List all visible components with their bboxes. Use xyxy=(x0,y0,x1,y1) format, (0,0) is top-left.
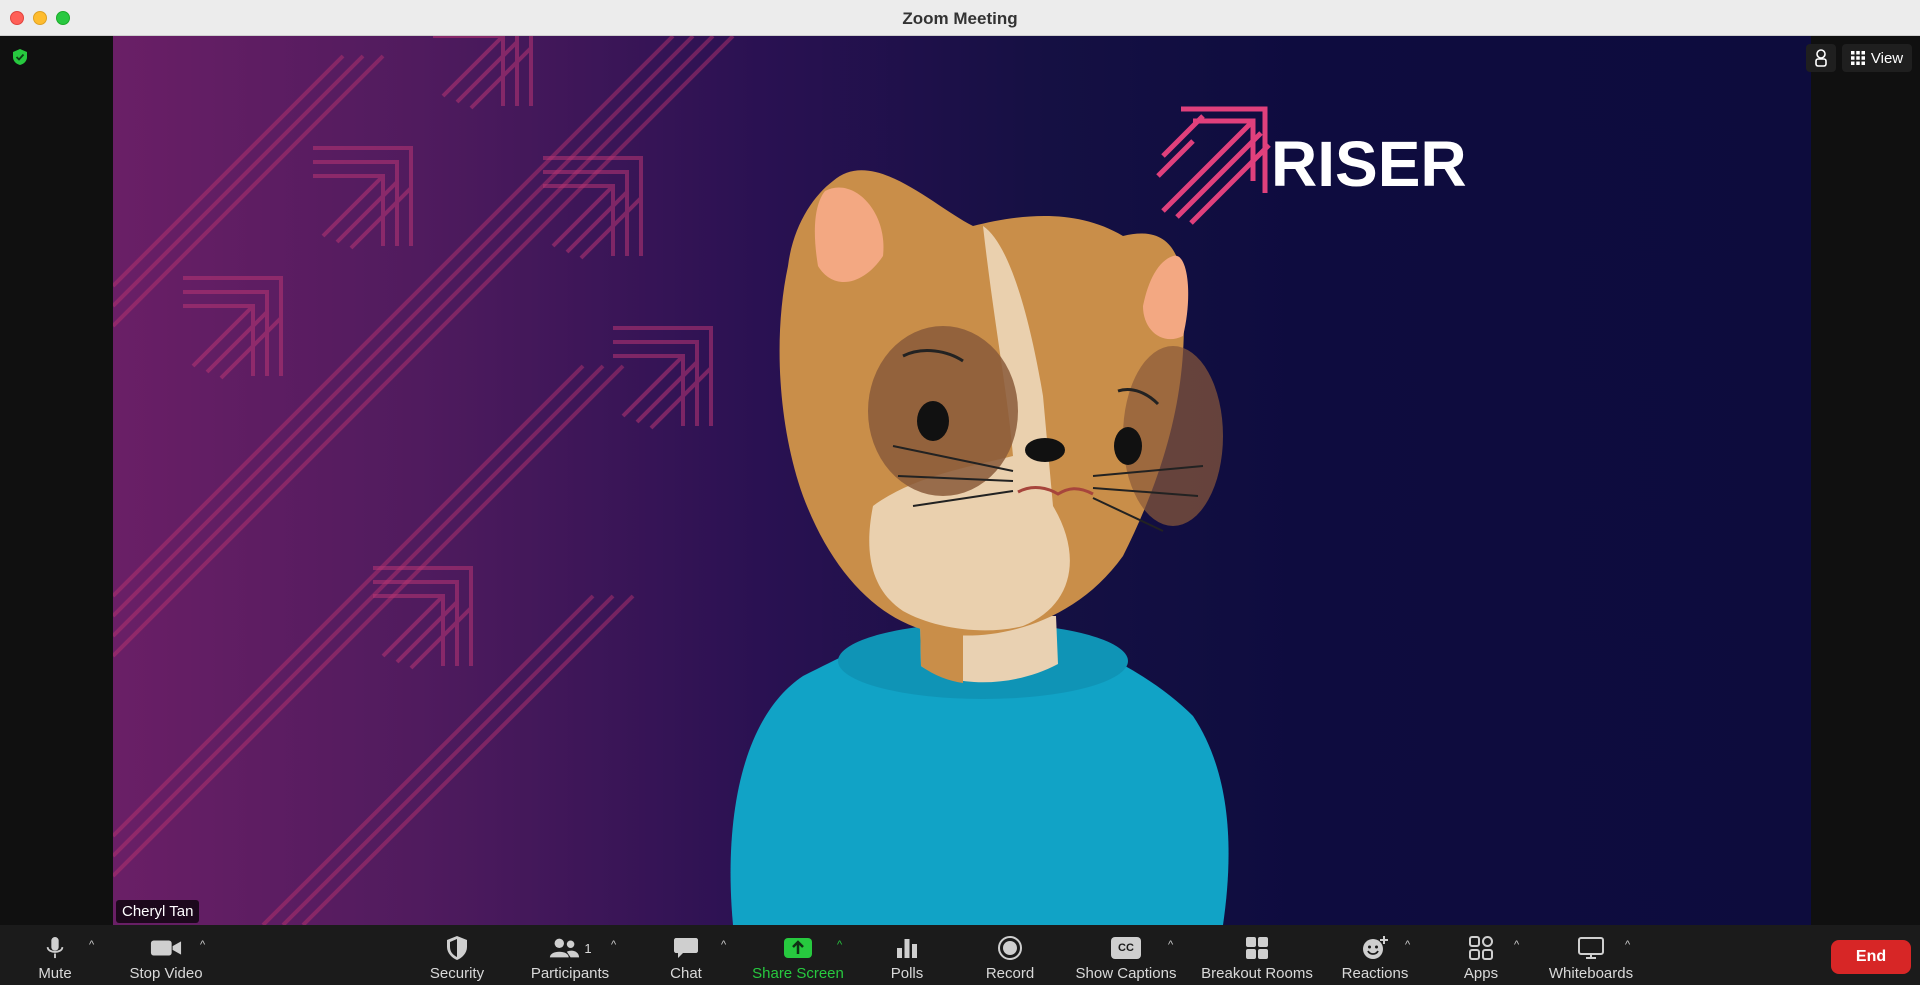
reactions-icon xyxy=(1359,933,1391,963)
virtual-background: RISER xyxy=(113,36,1467,925)
apps-label: Apps xyxy=(1463,965,1499,982)
chat-bubble-icon xyxy=(670,933,702,963)
apps-icon xyxy=(1465,933,1497,963)
record-label: Record xyxy=(985,965,1035,982)
whiteboards-label: Whiteboards xyxy=(1548,965,1634,982)
end-meeting-button[interactable]: End xyxy=(1831,940,1911,974)
recording-indicator-button[interactable] xyxy=(1806,44,1836,72)
brand-text: RISER xyxy=(1271,128,1467,200)
captions-options-caret[interactable]: ^ xyxy=(1168,939,1173,951)
reactions-options-caret[interactable]: ^ xyxy=(1405,939,1410,951)
chat-label: Chat xyxy=(670,965,702,982)
polls-icon xyxy=(891,933,923,963)
riser-logo xyxy=(1156,106,1271,225)
show-captions-button[interactable]: CC Show Captions xyxy=(1070,925,1182,985)
show-captions-label: Show Captions xyxy=(1075,965,1177,982)
share-screen-button[interactable]: Share Screen xyxy=(750,925,846,985)
chat-button[interactable]: Chat xyxy=(663,925,709,985)
video-options-caret[interactable]: ^ xyxy=(200,939,205,951)
security-button[interactable]: Security xyxy=(422,925,492,985)
title-bar: Zoom Meeting xyxy=(0,0,1920,36)
cc-badge: CC xyxy=(1111,937,1141,959)
whiteboards-options-caret[interactable]: ^ xyxy=(1625,939,1630,951)
mute-label: Mute xyxy=(38,965,72,982)
participant-name-tag: Cheryl Tan xyxy=(116,900,200,923)
record-icon xyxy=(994,933,1026,963)
participants-options-caret[interactable]: ^ xyxy=(611,939,616,951)
mute-button[interactable]: Mute xyxy=(30,925,80,985)
shield-check-icon[interactable] xyxy=(12,48,28,66)
captions-icon: CC xyxy=(1110,933,1142,963)
stop-video-label: Stop Video xyxy=(129,965,203,982)
security-shield-icon xyxy=(441,933,473,963)
view-label: View xyxy=(1870,49,1904,67)
video-camera-icon xyxy=(150,933,182,963)
mute-options-caret[interactable]: ^ xyxy=(89,939,94,951)
participants-label: Participants xyxy=(530,965,610,982)
reactions-button[interactable]: Reactions xyxy=(1337,925,1413,985)
share-options-caret[interactable]: ^ xyxy=(837,939,842,951)
breakout-rooms-label: Breakout Rooms xyxy=(1201,965,1313,982)
participants-button[interactable]: 1 Participants xyxy=(525,925,615,985)
whiteboards-icon xyxy=(1575,933,1607,963)
meeting-stage: RISER View Cheryl Tan xyxy=(0,36,1920,925)
record-status-icon xyxy=(1815,49,1827,67)
chat-options-caret[interactable]: ^ xyxy=(721,939,726,951)
microphone-icon xyxy=(39,933,71,963)
share-screen-label: Share Screen xyxy=(752,965,844,982)
reactions-label: Reactions xyxy=(1341,965,1409,982)
apps-options-caret[interactable]: ^ xyxy=(1514,939,1519,951)
cat-avatar xyxy=(730,170,1229,925)
meeting-toolbar: Mute ^ Stop Video ^ Security 1 Participa… xyxy=(0,925,1920,985)
security-label: Security xyxy=(429,965,485,982)
zoom-window: Zoom Meeting RISER View Cheryl Tan Mute … xyxy=(0,0,1920,985)
apps-button[interactable]: Apps xyxy=(1458,925,1504,985)
view-button[interactable]: View xyxy=(1842,44,1912,72)
breakout-rooms-icon xyxy=(1241,933,1273,963)
window-title: Zoom Meeting xyxy=(902,9,1018,28)
record-button[interactable]: Record xyxy=(978,925,1042,985)
breakout-rooms-button[interactable]: Breakout Rooms xyxy=(1198,925,1316,985)
stop-video-button[interactable]: Stop Video xyxy=(126,925,206,985)
polls-label: Polls xyxy=(890,965,924,982)
participants-count: 1 xyxy=(584,940,592,956)
share-screen-icon xyxy=(782,933,814,963)
polls-button[interactable]: Polls xyxy=(882,925,932,985)
participants-icon: 1 xyxy=(540,933,600,963)
whiteboards-button[interactable]: Whiteboards xyxy=(1543,925,1639,985)
grid-icon xyxy=(1850,51,1865,65)
participant-video: RISER xyxy=(113,36,1811,925)
